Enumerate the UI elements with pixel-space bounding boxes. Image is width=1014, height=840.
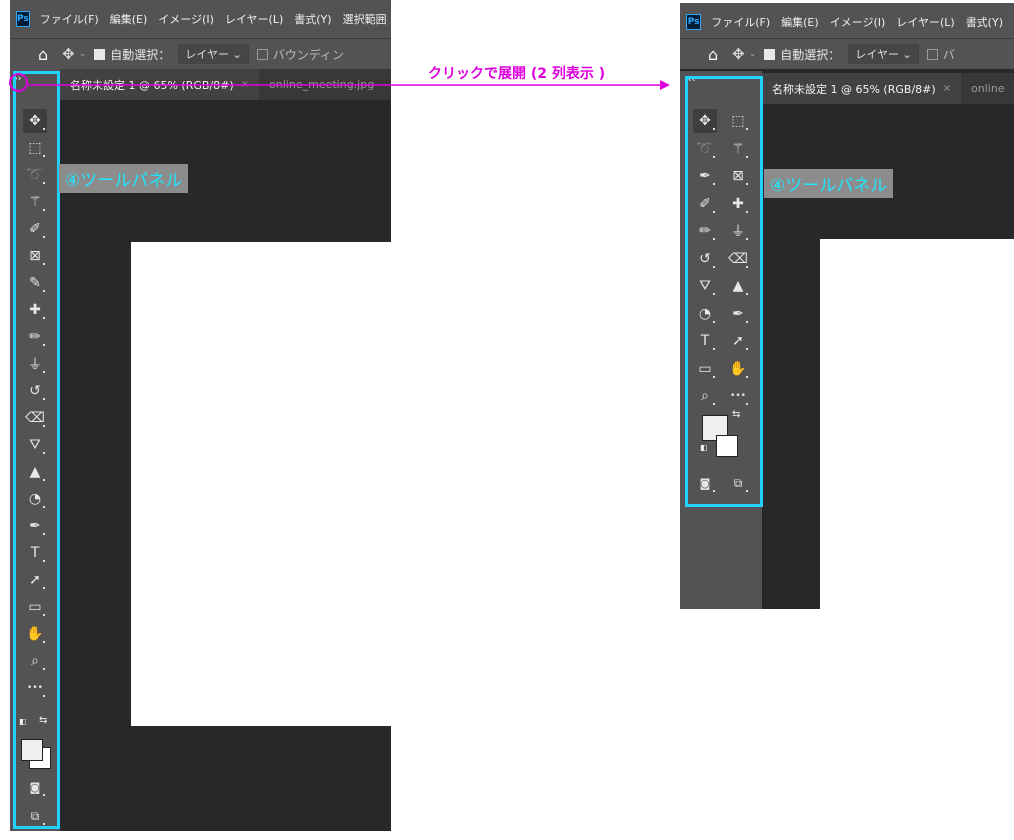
expand-instruction-text: クリックで展開 (2 列表示 ) <box>428 66 606 82</box>
annotation-arrow <box>28 80 670 90</box>
